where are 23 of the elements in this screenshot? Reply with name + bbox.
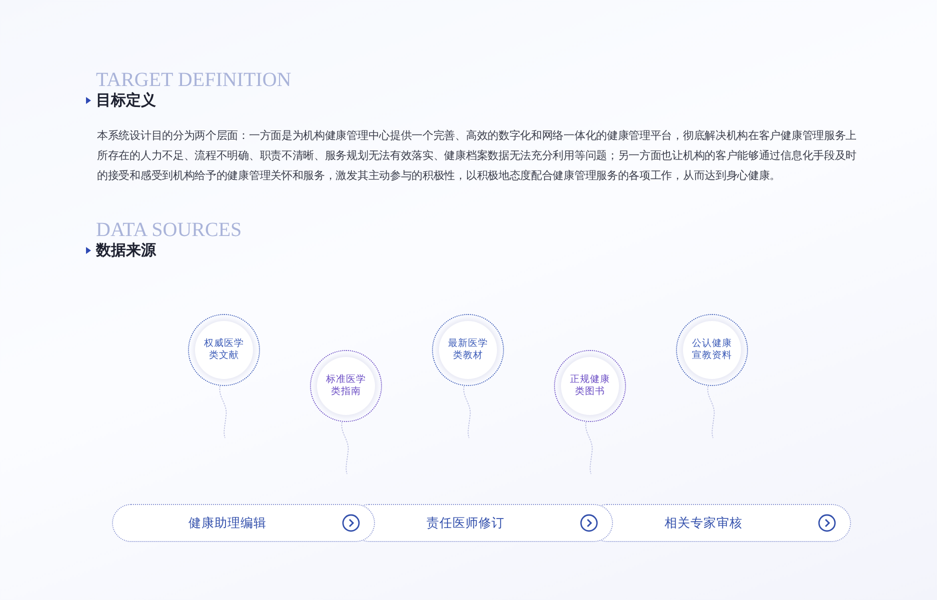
source-label: 类文献 bbox=[209, 350, 239, 362]
step-label: 健康助理编辑 bbox=[188, 514, 268, 532]
source-label: 权威医学 bbox=[204, 338, 244, 350]
source-label: 标准医学 bbox=[326, 374, 366, 386]
arrow-circle-icon[interactable] bbox=[818, 514, 836, 532]
source-label: 公认健康 bbox=[692, 338, 732, 350]
source-label: 类图书 bbox=[575, 386, 605, 398]
source-label: 宣教资料 bbox=[692, 350, 732, 362]
watermark-heading: TARGET DEFINITION bbox=[96, 70, 292, 90]
section-title: 数据来源 bbox=[96, 241, 156, 260]
step-label: 相关专家审核 bbox=[664, 514, 744, 532]
arrow-circle-icon[interactable] bbox=[580, 514, 598, 532]
bullet-icon bbox=[86, 97, 91, 104]
arrow-circle-icon[interactable] bbox=[342, 514, 360, 532]
watermark-heading: DATA SOURCES bbox=[96, 220, 242, 240]
source-label: 类教材 bbox=[453, 350, 483, 362]
source-label: 类指南 bbox=[331, 386, 361, 398]
description-paragraph: 本系统设计目的分为两个层面：一方面是为机构健康管理中心提供一个完善、高效的数字化和网络一体化的健康管理平台，彻底解决机构在客户健康管理服务上所存在的人力不足、流程不明确、职责不清晰、服务规划无法有效落实、健康档案数据无法充分利用等问题；另一方面也让机构的客户能够通过信息化手段及时的接受和感受到机构给予的健康管理关怀和服务，激发其主动参与的积极性，以积极地态度配合健康管理服务的各项工作，从而达到身心健康。 bbox=[97, 128, 858, 184]
source-label: 最新医学 bbox=[448, 338, 488, 350]
section-title: 目标定义 bbox=[96, 91, 156, 110]
source-label: 正规健康 bbox=[570, 374, 610, 386]
step-label: 责任医师修订 bbox=[426, 514, 506, 532]
bullet-icon bbox=[86, 247, 91, 254]
